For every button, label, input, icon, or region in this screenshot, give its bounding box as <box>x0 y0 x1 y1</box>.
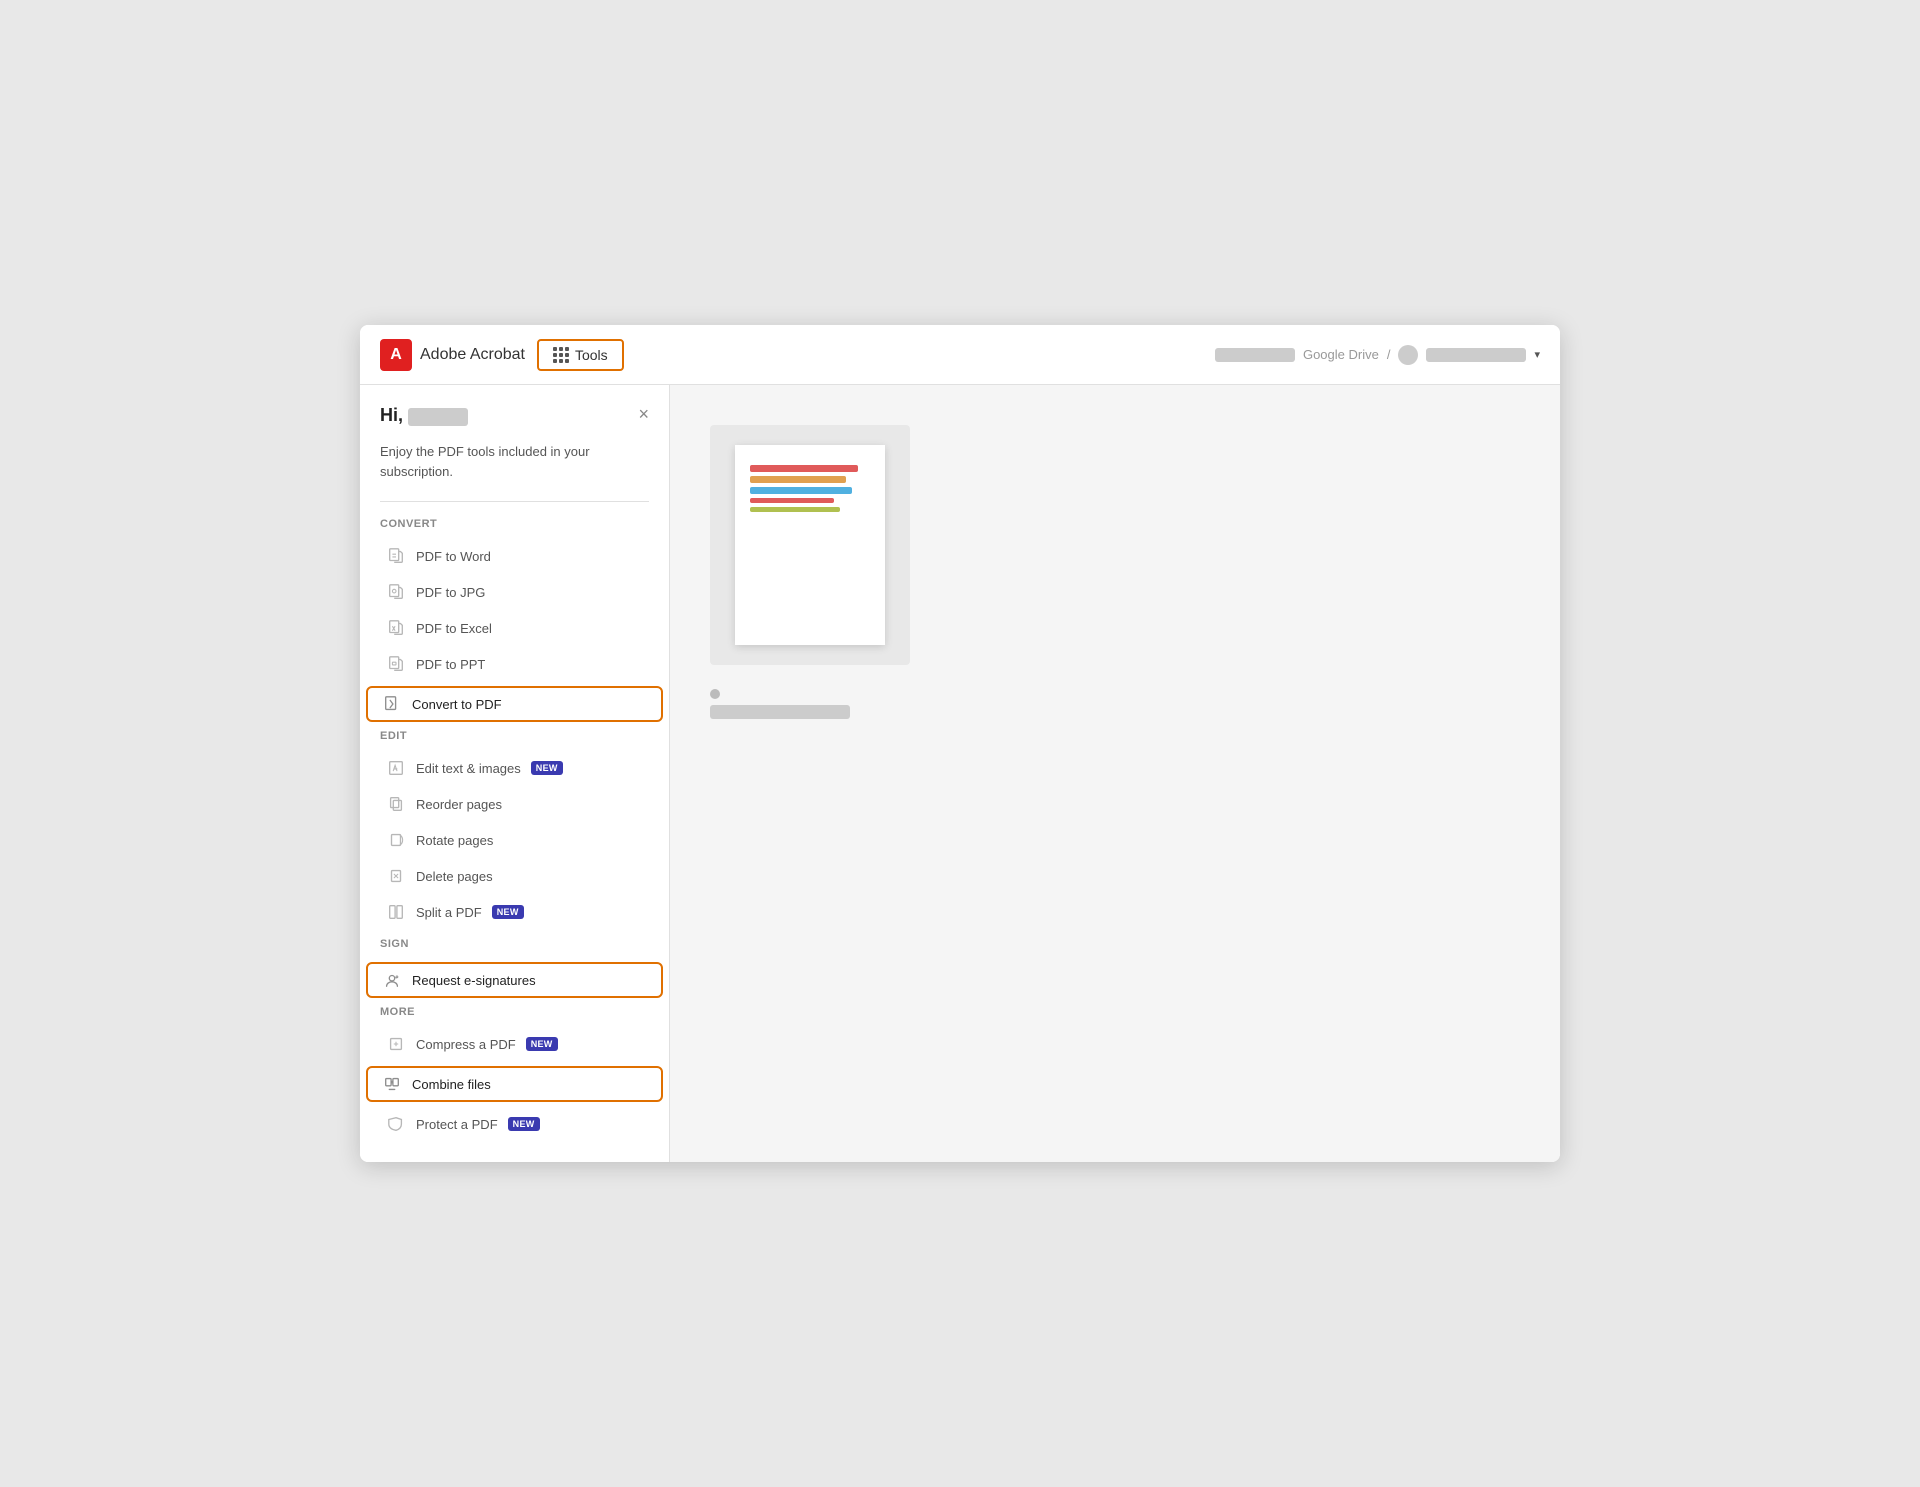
rotate-pages-item[interactable]: Rotate pages <box>366 822 663 858</box>
sidebar-header: Hi, × <box>360 405 669 442</box>
menu-item[interactable]: PDF to Excel <box>366 610 663 646</box>
pdf-line-2 <box>750 476 846 483</box>
tools-button[interactable]: Tools <box>537 339 624 371</box>
pdf-to-ppt-icon <box>386 654 406 674</box>
menu-item[interactable]: PDF to PPT <box>366 646 663 682</box>
chevron-down-icon: ▾ <box>1534 348 1540 361</box>
new-badge-protect: NEW <box>508 1117 540 1131</box>
tools-label: Tools <box>575 347 608 363</box>
file-name-blurred <box>1426 348 1526 362</box>
protect-pdf-item[interactable]: Protect a PDF NEW <box>366 1106 663 1142</box>
greeting-text: Hi, <box>380 405 468 426</box>
rotate-pages-label: Rotate pages <box>416 833 493 848</box>
acrobat-logo: A Adobe Acrobat <box>380 339 525 371</box>
breadcrumb-sep: / <box>1387 347 1391 362</box>
section-label-more: MORE <box>360 1006 669 1026</box>
file-info <box>710 689 850 719</box>
pdf-line-1 <box>750 465 858 472</box>
reorder-pages-icon <box>386 794 406 814</box>
content-area <box>670 385 1560 1162</box>
compress-pdf-label: Compress a PDF <box>416 1037 516 1052</box>
new-badge-split: NEW <box>492 905 524 919</box>
new-badge-compress: NEW <box>526 1037 558 1051</box>
section-label-convert: CONVERT <box>360 518 669 538</box>
app-window: A Adobe Acrobat Tools Google Drive / ▾ <box>360 325 1560 1162</box>
greeting-hi: Hi, <box>380 405 408 425</box>
header-right: Google Drive / ▾ <box>1215 345 1540 365</box>
delete-pages-icon <box>386 866 406 886</box>
split-pdf-icon <box>386 902 406 922</box>
reorder-pages-label: Reorder pages <box>416 797 502 812</box>
acrobat-icon: A <box>380 339 412 371</box>
divider <box>380 501 649 502</box>
edit-text-images-item[interactable]: Edit text & images NEW <box>366 750 663 786</box>
edit-text-images-icon <box>386 758 406 778</box>
pdf-to-ppt-label: PDF to PPT <box>416 657 485 672</box>
delete-pages-label: Delete pages <box>416 869 493 884</box>
menu-item[interactable]: PDF to Word <box>366 538 663 574</box>
pdf-to-excel-label: PDF to Excel <box>416 621 492 636</box>
compress-pdf-icon <box>386 1034 406 1054</box>
convert-to-pdf-icon <box>382 694 402 714</box>
menu-item[interactable]: PDF to JPG <box>366 574 663 610</box>
edit-text-images-label: Edit text & images <box>416 761 521 776</box>
request-esignatures-icon <box>382 970 402 990</box>
pdf-line-5 <box>750 507 840 512</box>
protect-pdf-icon <box>386 1114 406 1134</box>
main-area: Hi, × Enjoy the PDF tools included in yo… <box>360 385 1560 1162</box>
app-name: Adobe Acrobat <box>420 346 525 364</box>
breadcrumb-service: Google Drive <box>1303 347 1379 362</box>
pdf-page <box>735 445 885 645</box>
close-button[interactable]: × <box>638 405 649 423</box>
pdf-to-jpg-icon <box>386 582 406 602</box>
request-esignatures-item[interactable]: Request e-signatures <box>366 962 663 998</box>
new-badge-edit-text: NEW <box>531 761 563 775</box>
delete-pages-item[interactable]: Delete pages <box>366 858 663 894</box>
rotate-pages-icon <box>386 830 406 850</box>
combine-files-item[interactable]: Combine files <box>366 1066 663 1102</box>
file-name-blurred-content <box>710 705 850 719</box>
file-dot <box>710 689 720 699</box>
pdf-to-word-icon <box>386 546 406 566</box>
header-left: A Adobe Acrobat Tools <box>380 339 624 371</box>
convert-to-pdf-label: Convert to PDF <box>412 697 502 712</box>
combine-files-label: Combine files <box>412 1077 491 1092</box>
section-label-edit: EDIT <box>360 730 669 750</box>
section-label-sign: SIGN <box>360 938 669 958</box>
pdf-to-jpg-label: PDF to JPG <box>416 585 485 600</box>
protect-pdf-label: Protect a PDF <box>416 1117 498 1132</box>
subscription-text: Enjoy the PDF tools included in your sub… <box>360 442 669 497</box>
file-icon-small <box>1398 345 1418 365</box>
reorder-pages-item[interactable]: Reorder pages <box>366 786 663 822</box>
pdf-to-excel-icon <box>386 618 406 638</box>
split-pdf-label: Split a PDF <box>416 905 482 920</box>
pdf-to-word-label: PDF to Word <box>416 549 491 564</box>
grid-icon <box>553 347 569 363</box>
pdf-line-3 <box>750 487 852 494</box>
sidebar: Hi, × Enjoy the PDF tools included in yo… <box>360 385 670 1162</box>
convert-to-pdf-item[interactable]: Convert to PDF <box>366 686 663 722</box>
user-name-blurred <box>1215 348 1295 362</box>
request-esignatures-label: Request e-signatures <box>412 973 536 988</box>
header: A Adobe Acrobat Tools Google Drive / ▾ <box>360 325 1560 385</box>
pdf-preview <box>710 425 910 665</box>
compress-pdf-item[interactable]: Compress a PDF NEW <box>366 1026 663 1062</box>
combine-files-icon <box>382 1074 402 1094</box>
pdf-line-4 <box>750 498 834 503</box>
split-pdf-item[interactable]: Split a PDF NEW <box>366 894 663 930</box>
user-name-blurred-sidebar <box>408 408 468 426</box>
